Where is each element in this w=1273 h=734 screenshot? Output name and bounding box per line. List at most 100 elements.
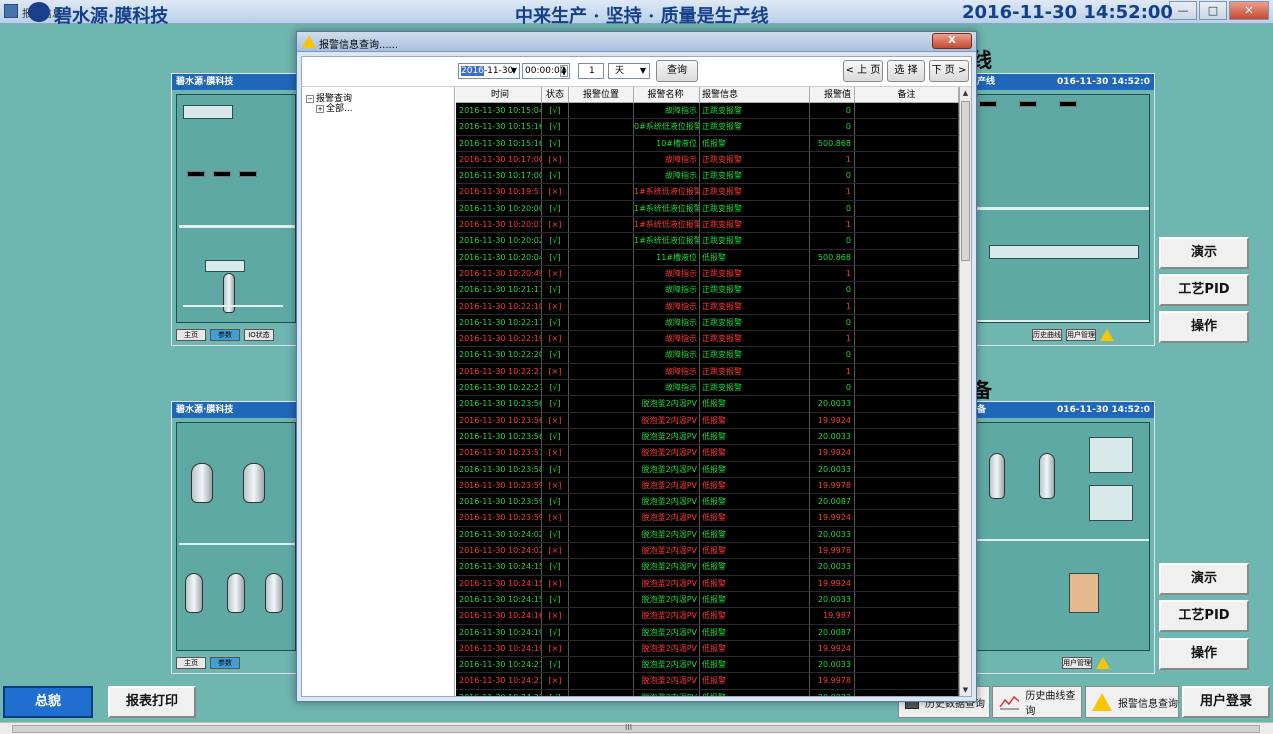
column-header-value[interactable]: 报警值 [810,87,855,102]
panel-button[interactable]: 用户管理 [1066,329,1096,341]
scroll-thumb[interactable] [12,725,1260,733]
table-row[interactable]: 2016-11-30 10:23:56 [√] 脱泡釜2内温PV 低报警 20.0033 [456,396,959,413]
table-row[interactable]: 2016-11-30 10:20:00 [√] 1#系统低液位报警 正跳变报警 0 [456,200,959,218]
range-unit-select[interactable]: 天 ▼ [608,63,650,79]
table-row[interactable]: 2016-11-30 10:20:01 [×] 1#系统低液位报警 正跳变报警 1 [456,217,959,234]
window-menu-strip[interactable]: 报警信息 [22,5,62,20]
vertical-scrollbar[interactable]: ▲ ▼ [959,87,971,696]
table-row[interactable]: 2016-11-30 10:17:00 [√] 故障指示 正跳变报警 0 [456,168,959,185]
alarm-value-cell: 20.0033 [810,461,855,477]
panel-button[interactable]: 主页 [176,329,206,341]
table-row[interactable]: 2016-11-30 10:15:16 [√] 0#系统低液位报警 正跳变报警 0 [456,119,959,136]
table-row[interactable]: 2016-11-30 10:15:04 [√] 故障指示 正跳变报警 0 [456,103,959,120]
table-row[interactable]: 2016-11-30 10:22:20 [√] 故障指示 正跳变报警 0 [456,347,959,364]
column-header-time[interactable]: 时间 [456,87,542,102]
window-close-button[interactable]: ✕ [1229,1,1269,20]
panel-button[interactable]: 历史曲线 [1032,329,1062,341]
table-row[interactable]: 2016-11-30 10:21:17 [√] 故障指示 正跳变报警 0 [456,282,959,299]
column-header-remark[interactable]: 备注 [855,87,959,102]
table-row[interactable]: 2016-11-30 10:22:10 [×] 故障指示 正跳变报警 1 [456,298,959,315]
table-row[interactable]: 2016-11-30 10:24:19 [×] 脱泡釜2内温PV 低报警 19.9924 [456,640,959,658]
table-row[interactable]: 2016-11-30 10:23:59 [√] 脱泡釜2内温PV 低报警 20.0087 [456,494,959,511]
panel-alarm-icon[interactable] [1100,329,1114,341]
table-row[interactable]: 2016-11-30 10:24:16 [×] 脱泡釜2内温PV 低报警 19.987 [456,608,959,625]
dialog-close-button[interactable]: X [932,33,972,49]
table-row[interactable]: 2016-11-30 10:23:57 [×] 脱泡釜2内温PV 低报警 19.9924 [456,445,959,462]
table-row[interactable]: 2016-11-30 10:23:56 [√] 脱泡釜2内温PV 低报警 20.0033 [456,428,959,446]
report-print-button[interactable]: 报表打印 [108,686,196,718]
scroll-up-icon[interactable]: ▲ [960,87,971,99]
table-row[interactable]: 2016-11-30 10:22:19 [×] 故障指示 正跳变报警 1 [456,331,959,348]
table-row[interactable]: 2016-11-30 10:24:22[√] 脱泡釜2内温PV低报警20.0033 [456,689,959,696]
dialog-titlebar[interactable]: 报警信息查询...... X [297,32,976,52]
remark-cell [855,543,959,559]
panel-process-top-left[interactable]: 碧水源·膜科技 主页 参数 IO状态 [171,73,301,346]
horizontal-scrollbar[interactable]: III [0,722,1273,734]
scroll-down-icon[interactable]: ▼ [960,684,971,696]
column-header-info[interactable]: 报警信息 [700,87,810,102]
prev-page-button[interactable]: < 上 页 [843,60,883,82]
collapse-icon[interactable]: − [306,94,314,103]
spin-icon[interactable]: ▲ ▼ [560,65,568,77]
table-row[interactable]: 2016-11-30 10:24:21 [√] 脱泡釜2内温PV 低报警 20.0033 [456,657,959,674]
alarm-name-cell: 脱泡釜2内温PV [634,543,700,559]
table-row[interactable]: 2016-11-30 10:22:21 [×] 故障指示 正跳变报警 1 [456,363,959,381]
maximize-button[interactable]: □ [1199,1,1227,20]
demo-button-top[interactable]: 演示 [1159,237,1249,269]
select-button[interactable]: 选 择 [887,60,925,82]
panel-button[interactable]: 参数 [210,329,240,341]
table-row[interactable]: 2016-11-30 10:24:19 [√] 脱泡釜2内温PV 低报警 20.0087 [456,624,959,641]
table-row[interactable]: 2016-11-30 10:15:16 [√] 10#槽液位 低报警 500.868 [456,135,959,152]
column-header-name[interactable]: 报警名称 [634,87,700,102]
chevron-down-icon[interactable]: ▼ [511,64,517,78]
panel-alarm-icon[interactable] [1096,657,1110,669]
table-row[interactable]: 2016-11-30 10:22:21 [√] 故障指示 正跳变报警 0 [456,380,959,397]
alarm-info-cell: 低报警 [700,608,810,624]
overview-button[interactable]: 总貌 [3,686,93,718]
panel-production-line[interactable]: 生产线 016-11-30 14:52:0 历史曲线 用户管理 [963,73,1155,346]
operate-button-bottom[interactable]: 操作 [1159,638,1249,670]
expand-icon[interactable]: + [316,104,324,113]
tree-node-all[interactable]: + 全部... [316,101,353,114]
table-row[interactable]: 2016-11-30 10:17:00 [×] 故障指示 正跳变报警 1 [456,151,959,169]
column-header-location[interactable]: 报警位置 [569,87,634,102]
next-page-button[interactable]: 下 页 > [929,60,969,82]
table-row[interactable]: 2016-11-30 10:20:49 [×] 故障指示 正跳变报警 1 [456,265,959,283]
minimize-button[interactable]: — [1169,1,1197,20]
scroll-thumb[interactable] [961,101,970,261]
history-curve-button[interactable]: 历史曲线查询 [992,686,1082,718]
alarm-table: 时间 状态 报警位置 报警名称 报警信息 报警值 备注 2016-11-30 1… [456,87,971,696]
table-row[interactable]: 2016-11-30 10:20:04 [√] 11#槽液位 低报警 500.868 [456,249,959,266]
panel-process-bottom-left[interactable]: 碧水源·膜科技 主页 参数 [171,401,301,674]
table-row[interactable]: 2016-11-30 10:23:59 [×] 脱泡釜2内温PV 低报警 19.9978 [456,477,959,495]
pid-button-top[interactable]: 工艺PID [1159,274,1249,306]
table-row[interactable]: 2016-11-30 10:20:02 [√] 1#系统低液位报警 正跳变报警 0 [456,233,959,250]
panel-button[interactable]: 主页 [176,657,206,669]
table-row[interactable]: 2016-11-30 10:24:21 [×] 脱泡釜2内温PV 低报警 19.9978 [456,673,959,690]
table-row[interactable]: 2016-11-30 10:22:11 [√] 故障指示 正跳变报警 0 [456,314,959,332]
user-login-button[interactable]: 用户登录 [1182,686,1270,718]
date-picker[interactable]: 2016-11-30 ▼ [458,63,520,79]
demo-button-bottom[interactable]: 演示 [1159,563,1249,595]
panel-button[interactable]: 用户管理 [1062,657,1092,669]
table-row[interactable]: 2016-11-30 10:23:58 [√] 脱泡釜2内温PV 低报警 20.0033 [456,461,959,478]
table-row[interactable]: 2016-11-30 10:23:56 [×] 脱泡釜2内温PV 低报警 19.9924 [456,412,959,429]
table-row[interactable]: 2016-11-30 10:19:57 [×] 1#系统低液位报警 正跳变报警 1 [456,184,959,201]
range-count-input[interactable]: 1 [578,63,604,79]
query-button[interactable]: 查询 [656,60,698,82]
table-row[interactable]: 2016-11-30 10:23:59 [×] 脱泡釜2内温PV 低报警 19.9924 [456,510,959,527]
alarm-query-button[interactable]: 报警信息查询 [1085,686,1179,718]
pid-button-bottom[interactable]: 工艺PID [1159,600,1249,632]
table-row[interactable]: 2016-11-30 10:24:15 [×] 脱泡釜2内温PV 低报警 19.9924 [456,575,959,592]
time-picker[interactable]: 00:00:00 ▲ ▼ [522,63,570,79]
panel-button[interactable]: 参数 [210,657,240,669]
table-row[interactable]: 2016-11-30 10:24:15 [√] 脱泡釜2内温PV 低报警 20.0033 [456,591,959,609]
panel-button[interactable]: IO状态 [244,329,274,341]
table-row[interactable]: 2016-11-30 10:24:02 [×] 脱泡釜2内温PV 低报警 19.9978 [456,543,959,560]
table-row[interactable]: 2016-11-30 10:24:15 [√] 脱泡釜2内温PV 低报警 20.0033 [456,559,959,576]
column-header-status[interactable]: 状态 [542,87,569,102]
panel-equipment[interactable]: 设备 016-11-30 14:52:0 用户管理 [963,401,1155,674]
operate-button-top[interactable]: 操作 [1159,311,1249,343]
table-row[interactable]: 2016-11-30 10:24:02 [√] 脱泡釜2内温PV 低报警 20.0033 [456,526,959,544]
chevron-down-icon[interactable]: ▼ [640,64,646,78]
